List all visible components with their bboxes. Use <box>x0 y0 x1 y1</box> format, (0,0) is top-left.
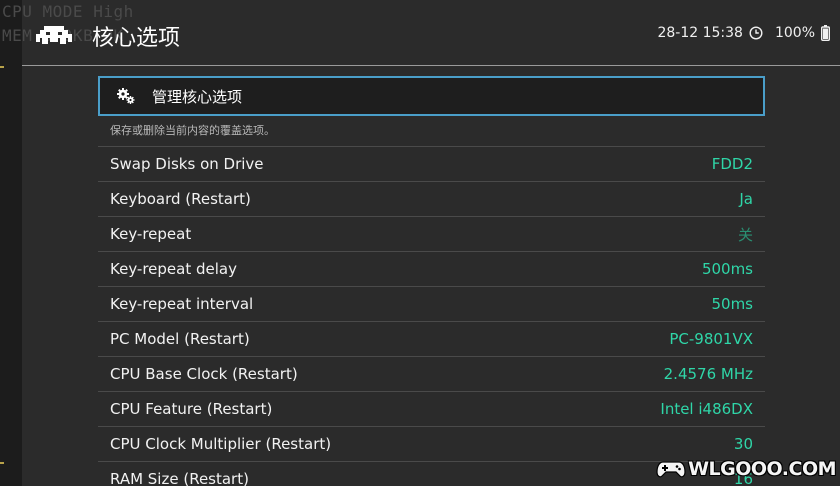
option-name: Swap Disks on Drive <box>110 155 264 173</box>
option-value: PC-9801VX <box>669 330 753 348</box>
option-value: FDD2 <box>711 155 753 173</box>
datetime-text: 28-12 15:38 <box>657 25 743 41</box>
option-row[interactable]: Key-repeat 关 <box>98 216 765 251</box>
retroarch-screen: CPU MODE High MEM 6 0KB OK 核心选项 28-12 15… <box>0 0 840 486</box>
option-row[interactable]: PC Model (Restart) PC-9801VX <box>98 321 765 356</box>
option-row[interactable]: Swap Disks on Drive FDD2 <box>98 146 765 181</box>
option-name: Key-repeat interval <box>110 295 254 313</box>
watermark-text: WLGOOO.COM <box>688 458 836 480</box>
battery-percent: 100% <box>774 25 815 41</box>
option-name: RAM Size (Restart) <box>110 470 249 486</box>
manage-core-options-label: 管理核心选项 <box>152 87 243 106</box>
edge-tick <box>0 462 4 464</box>
option-name: Keyboard (Restart) <box>110 190 251 208</box>
debug-overlay-line-1: CPU MODE High <box>2 2 134 21</box>
gear-icon <box>117 88 135 104</box>
option-value: Intel i486DX <box>660 400 753 418</box>
page-title: 核心选项 <box>92 26 181 51</box>
option-name: PC Model (Restart) <box>110 330 250 348</box>
battery-icon <box>821 25 830 41</box>
option-name: CPU Base Clock (Restart) <box>110 365 298 383</box>
header-divider <box>22 65 840 66</box>
option-rows: Swap Disks on Drive FDD2 Keyboard (Restart… <box>98 146 765 486</box>
header-bar: CPU MODE High MEM 6 0KB OK 核心选项 28-12 15… <box>0 0 840 66</box>
manage-core-options-sublabel: 保存或删除当前内容的覆盖选项。 <box>110 124 275 137</box>
core-options-list: 管理核心选项 保存或删除当前内容的覆盖选项。 Swap Disks on Dri… <box>98 76 765 486</box>
option-value: 30 <box>733 435 753 453</box>
option-row[interactable]: CPU Base Clock (Restart) 2.4576 MHz <box>98 356 765 391</box>
option-row[interactable]: CPU Clock Multiplier (Restart) 30 <box>98 426 765 461</box>
option-name: CPU Clock Multiplier (Restart) <box>110 435 332 453</box>
manage-core-options-item[interactable]: 管理核心选项 <box>98 76 765 116</box>
site-watermark: WLGOOO.COM <box>656 458 836 480</box>
gamepad-icon <box>656 461 686 478</box>
retroarch-invader-icon <box>36 26 72 44</box>
edge-tick <box>0 66 4 68</box>
option-value: 关 <box>737 225 753 244</box>
option-name: Key-repeat <box>110 225 192 243</box>
option-value: 50ms <box>711 295 753 313</box>
option-value: 500ms <box>701 260 753 278</box>
left-edge-strip <box>0 0 22 486</box>
option-name: CPU Feature (Restart) <box>110 400 273 418</box>
option-row[interactable]: Keyboard (Restart) Ja <box>98 181 765 216</box>
option-row[interactable]: Key-repeat interval 50ms <box>98 286 765 321</box>
option-row[interactable]: CPU Feature (Restart) Intel i486DX <box>98 391 765 426</box>
option-name: Key-repeat delay <box>110 260 237 278</box>
option-value: Ja <box>739 190 753 208</box>
option-row[interactable]: Key-repeat delay 500ms <box>98 251 765 286</box>
clock-icon <box>749 26 763 40</box>
status-area: 28-12 15:38 100% <box>657 25 830 41</box>
option-value: 2.4576 MHz <box>663 365 753 383</box>
